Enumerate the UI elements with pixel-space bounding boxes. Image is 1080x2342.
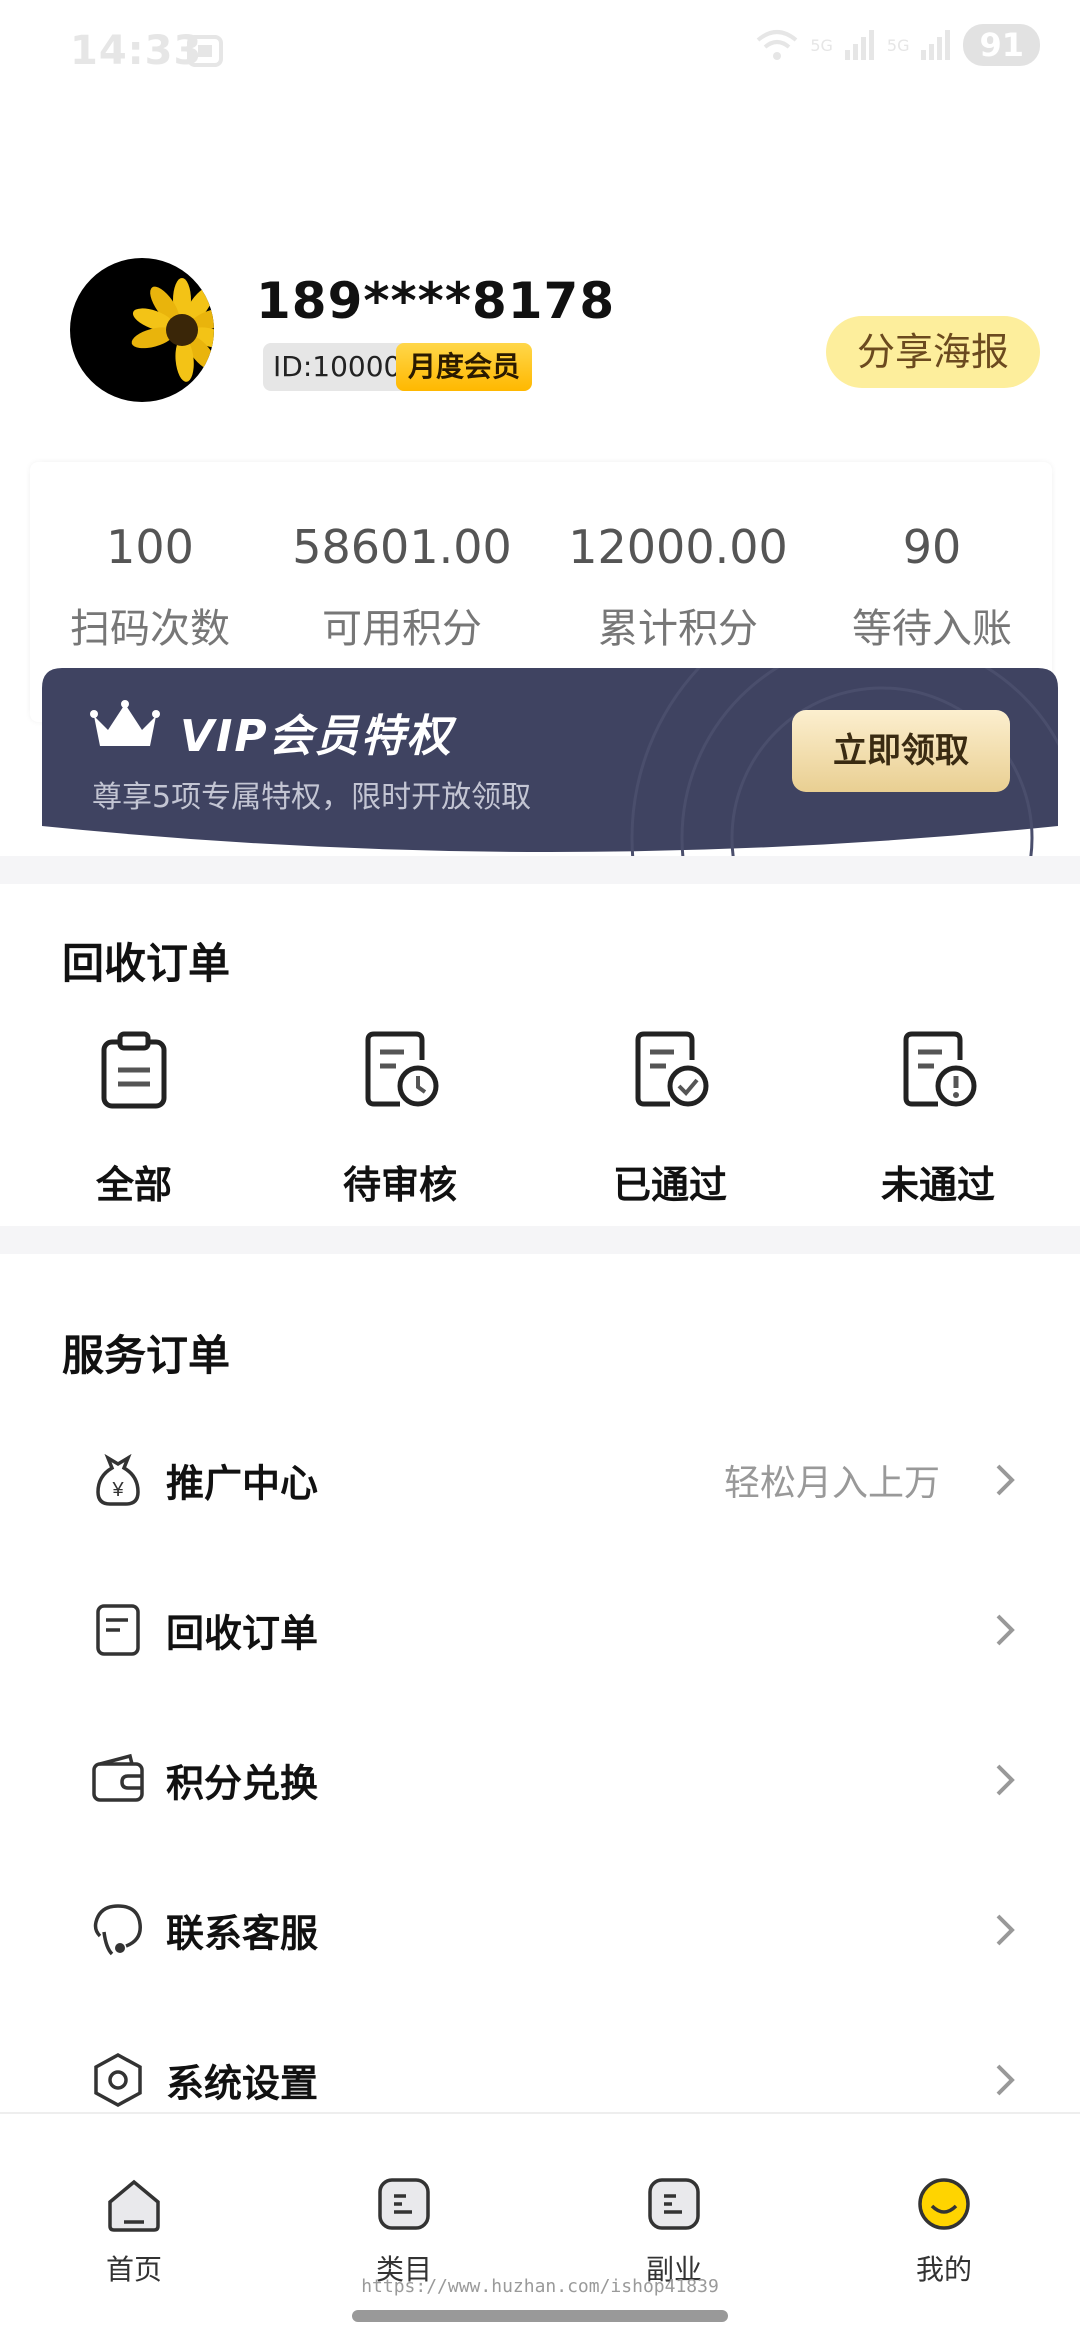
signal-icon <box>921 30 951 60</box>
clipboard-icon <box>101 1031 167 1109</box>
screenshot-icon <box>187 35 223 67</box>
network-label-2: 5G <box>886 35 910 55</box>
stat-total-points[interactable]: 12000.00 累计积分 <box>548 520 808 654</box>
wifi-icon <box>757 30 798 60</box>
home-icon <box>108 2179 160 2232</box>
signal-icon <box>844 30 874 60</box>
stat-label: 累计积分 <box>598 606 758 652</box>
order-tab-pending[interactable]: 待审核 <box>290 1030 510 1209</box>
menu-row-recycle-orders[interactable]: 回收订单 <box>0 1555 1080 1705</box>
row-label: 回收订单 <box>166 1611 319 1656</box>
chevron-right-icon <box>996 1914 1015 1946</box>
share-poster-button[interactable]: 分享海报 <box>826 316 1040 388</box>
stat-value: 12000.00 <box>568 520 788 574</box>
profile-smile-icon <box>918 2178 970 2230</box>
home-indicator[interactable] <box>352 2310 728 2322</box>
row-label: 联系客服 <box>166 1911 319 1956</box>
row-label: 系统设置 <box>166 2061 319 2106</box>
vip-subtitle: 尊享5项专属特权，限时开放领取 <box>92 780 532 815</box>
battery-indicator: 91 <box>963 24 1040 66</box>
recycle-orders-title: 回收订单 <box>62 939 231 988</box>
side-job-icon <box>648 2178 700 2230</box>
avatar[interactable] <box>70 258 214 402</box>
row-label: 推广中心 <box>166 1461 319 1506</box>
order-tab-label: 未通过 <box>880 1163 995 1207</box>
stat-value: 58601.00 <box>292 520 512 574</box>
menu-row-promotion-center[interactable]: ¥ 推广中心 轻松月入上万 <box>0 1405 1080 1555</box>
sunflower-icon <box>131 278 214 382</box>
stat-label: 可用积分 <box>322 606 482 652</box>
settings-hexagon-icon <box>94 2053 142 2107</box>
order-tab-label: 全部 <box>95 1163 172 1207</box>
row-hint: 轻松月入上万 <box>723 1463 940 1504</box>
document-alert-icon <box>903 1031 977 1107</box>
chevron-right-icon <box>996 1764 1015 1796</box>
service-orders-title: 服务订单 <box>62 1331 231 1380</box>
watermark: https://www.huzhan.com/ishop41839 <box>361 2276 719 2297</box>
order-tab-label: 已通过 <box>612 1163 727 1207</box>
menu-row-points-exchange[interactable]: 积分兑换 <box>0 1705 1080 1855</box>
row-label: 积分兑换 <box>166 1761 319 1806</box>
stat-value: 100 <box>106 520 194 574</box>
chevron-right-icon <box>996 1614 1015 1646</box>
divider <box>0 1226 1080 1254</box>
status-indicators: 5G 5G 91 <box>754 24 1040 66</box>
member-badge: 月度会员 <box>396 343 533 391</box>
user-phone: 189****8178 <box>256 272 616 330</box>
document-check-icon <box>635 1031 709 1107</box>
stat-available-points[interactable]: 58601.00 可用积分 <box>272 520 532 654</box>
nav-category[interactable]: 类目 <box>304 2176 504 2288</box>
order-tab-approved[interactable]: 已通过 <box>560 1030 780 1209</box>
nav-home[interactable]: 首页 <box>34 2176 234 2288</box>
stat-scan-count[interactable]: 100 扫码次数 <box>20 520 280 654</box>
stat-value: 90 <box>902 520 962 574</box>
nav-mine[interactable]: 我的 <box>844 2176 1044 2288</box>
stat-label: 扫码次数 <box>70 606 230 652</box>
money-bag-icon: ¥ <box>96 1453 140 1506</box>
svg-text:¥: ¥ <box>111 1479 124 1501</box>
document-clock-icon <box>365 1031 439 1107</box>
menu-row-customer-service[interactable]: 联系客服 <box>0 1855 1080 2005</box>
chevron-right-icon <box>996 1464 1015 1496</box>
divider <box>0 856 1080 884</box>
category-icon <box>378 2178 430 2230</box>
nav-side-job[interactable]: 副业 <box>574 2176 774 2288</box>
vip-title: VIP会员特权 <box>180 711 453 762</box>
crown-icon <box>90 700 160 746</box>
stat-pending-credit[interactable]: 90 等待入账 <box>802 520 1062 654</box>
status-bar: 14:33 5G 5G 91 <box>0 0 1080 100</box>
chevron-right-icon <box>996 2064 1015 2096</box>
claim-now-button[interactable]: 立即领取 <box>792 710 1010 792</box>
order-tab-all[interactable]: 全部 <box>24 1030 244 1209</box>
user-id-badge: ID:10000 <box>263 343 412 391</box>
status-time: 14:33 <box>70 28 203 74</box>
wallet-icon <box>92 1753 144 1802</box>
network-label-1: 5G <box>810 35 833 55</box>
stat-label: 等待入账 <box>852 606 1012 652</box>
headset-icon <box>93 1904 142 1956</box>
document-icon <box>96 1604 140 1656</box>
order-tab-label: 待审核 <box>342 1163 457 1207</box>
order-tab-rejected[interactable]: 未通过 <box>828 1030 1048 1209</box>
